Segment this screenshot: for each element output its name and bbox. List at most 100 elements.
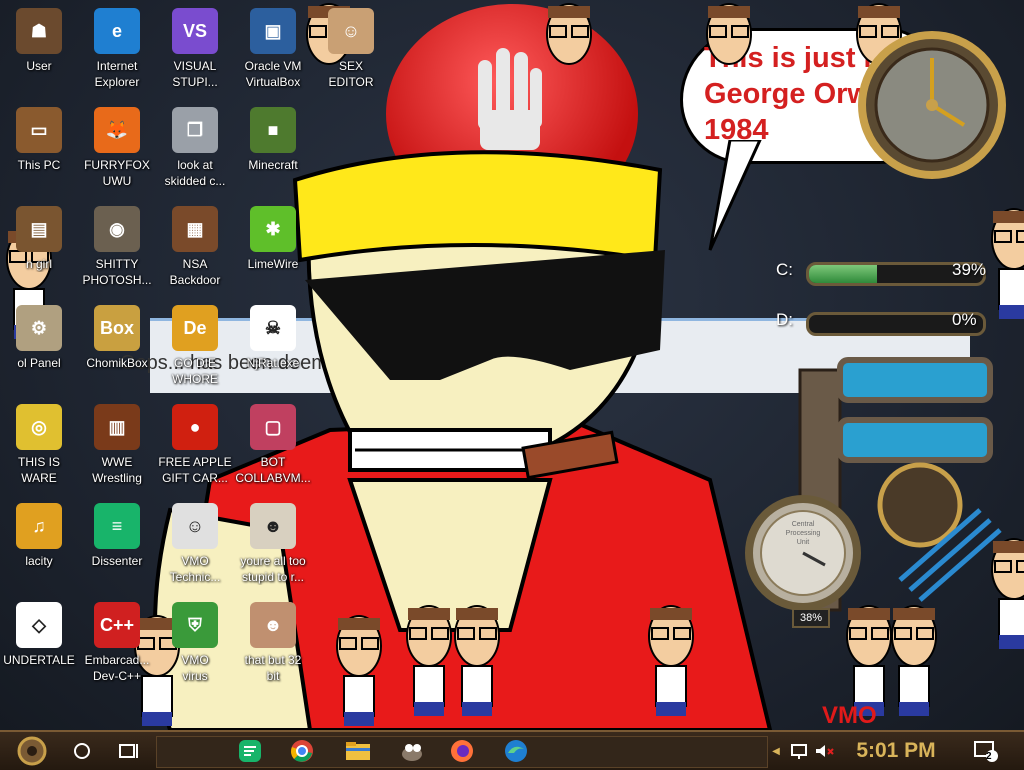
desktop-icon-label: n girl <box>25 257 52 271</box>
show-hidden-icons[interactable]: ◀ <box>768 736 784 766</box>
desktop-icon-label: FURRYFOX UWU <box>84 158 150 188</box>
desktop-icon-label: BOT COLLABVM... <box>235 455 311 485</box>
desktop-icon[interactable]: ❐ look at skidded c... <box>156 103 234 193</box>
desktop-icon[interactable]: ● FREE APPLE GIFT CAR... <box>156 400 234 490</box>
desktop-icon[interactable]: ⛨ VMO virus <box>156 598 234 688</box>
taskbar-chrome[interactable] <box>284 736 320 766</box>
box-icon: ▦ <box>172 206 218 252</box>
clock[interactable]: 5:01 PM <box>846 736 946 766</box>
edge-icon: e <box>94 8 140 54</box>
task-view-icon <box>119 744 138 758</box>
desktop[interactable]: Oops... has been deemed inap This is jus… <box>0 0 1024 730</box>
dissenter-icon <box>239 740 261 762</box>
desktop-icon[interactable]: ☻ youre all too stupid to r... <box>234 499 312 589</box>
desktop-icon[interactable]: C++ Embarcad... Dev-C++ <box>78 598 156 688</box>
desktop-icon-label: SEX EDITOR <box>328 59 374 89</box>
hank-character <box>546 3 592 65</box>
desktop-icon[interactable]: ▢ BOT COLLABVM... <box>234 400 312 490</box>
desktop-icon[interactable]: ✱ LimeWire <box>234 202 312 292</box>
hank-icon: ☺ <box>328 8 374 54</box>
desktop-icon[interactable]: ☠ NjRat.exe <box>234 301 312 391</box>
drive-c-gauge: C: 39% <box>740 256 1010 290</box>
virtualbox-icon: ▣ <box>250 8 296 54</box>
desktop-icon-label: Dissenter <box>91 554 143 568</box>
action-center-button[interactable]: 2 <box>966 736 1006 766</box>
desktop-icon-label: Minecraft <box>248 158 298 172</box>
hamster-icon: Box <box>94 305 140 351</box>
hank-character <box>454 605 500 716</box>
taskbar-firefox[interactable] <box>444 736 480 766</box>
drive-percent: 39% <box>952 260 987 279</box>
dissenter-icon: ≡ <box>94 503 140 549</box>
desktop-icon[interactable]: ☗ User <box>0 4 78 94</box>
drive-percent: 0% <box>952 310 977 329</box>
drive-label: D: <box>776 310 793 329</box>
desktop-icon-label: VMO Technic... <box>169 554 221 584</box>
desktop-icon[interactable]: ▥ WWE Wrestling <box>78 400 156 490</box>
taskbar-edge[interactable] <box>498 736 534 766</box>
audacity-icon: ♫ <box>16 503 62 549</box>
search-button[interactable] <box>66 736 98 766</box>
desktop-icon-label: Oracle VM VirtualBox <box>244 59 302 89</box>
desktop-icon[interactable]: ◇ UNDERTALE <box>0 598 78 688</box>
desktop-icon[interactable]: ≡ Dissenter <box>78 499 156 589</box>
hank-character <box>336 615 382 726</box>
desktop-icon[interactable]: ■ Minecraft <box>234 103 312 193</box>
desktop-icon-label: VMO virus <box>181 653 209 683</box>
limewire-icon: ✱ <box>250 206 296 252</box>
gimp-icon: ◉ <box>94 206 140 252</box>
notification-count: 2 <box>986 751 992 762</box>
cpu-gauge-label: Central Processing Unit <box>785 521 821 546</box>
chrome-icon <box>291 740 313 762</box>
desktop-icon[interactable]: ♫ lacity <box>0 499 78 589</box>
desktop-icon-label: User <box>26 59 52 73</box>
visual-studio-icon: VS <box>172 8 218 54</box>
gimp-icon <box>402 744 422 761</box>
desktop-icon[interactable]: VS VISUAL STUPI... <box>156 4 234 94</box>
desktop-icon-label: This PC <box>17 158 61 172</box>
desktop-icon[interactable]: ▦ NSA Backdoor <box>156 202 234 292</box>
desktop-icon-label: LimeWire <box>247 257 299 271</box>
taskbar-dissenter[interactable] <box>232 736 268 766</box>
desktop-icon[interactable]: Box ChomikBox <box>78 301 156 391</box>
desktop-icon[interactable]: ▤ n girl <box>0 202 78 292</box>
volume-muted-icon <box>816 745 834 757</box>
folder-stack-icon: ❐ <box>172 107 218 153</box>
desktop-icon[interactable]: ◉ SHITTY PHOTOSH... <box>78 202 156 292</box>
desktop-icon-label: ol Panel <box>17 356 61 370</box>
desktop-icon[interactable]: ◎ THIS IS WARE <box>0 400 78 490</box>
desktop-icon-label: look at skidded c... <box>164 158 226 188</box>
desktop-icon[interactable]: ▭ This PC <box>0 103 78 193</box>
taskbar-gimp[interactable] <box>394 736 430 766</box>
doctor-icon: ☺ <box>172 503 218 549</box>
folder-icon <box>346 742 370 760</box>
desktop-icon-label: WWE Wrestling <box>92 455 142 485</box>
desktop-icon[interactable]: ☻ that but 32 bit <box>234 598 312 688</box>
de-icon: De <box>172 305 218 351</box>
desktop-icon[interactable]: De GO DIE WHORE <box>156 301 234 391</box>
devcpp-icon: C++ <box>94 602 140 648</box>
desktop-icon[interactable]: ▣ Oracle VM VirtualBox <box>234 4 312 94</box>
desktop-icon-label: NjRat.exe <box>246 356 300 370</box>
control-panel-icon: ⚙ <box>16 305 62 351</box>
desktop-icon-label: ChomikBox <box>86 356 148 370</box>
desktop-icon-label: GO DIE WHORE <box>172 356 218 386</box>
clock-gadget <box>858 31 1006 179</box>
unity-icon: ◇ <box>16 602 62 648</box>
volume-tray-icon[interactable] <box>812 736 836 766</box>
desktop-icon-label: VISUAL STUPI... <box>172 59 218 89</box>
desktop-icon-label: Embarcad... Dev-C++ <box>84 653 150 683</box>
desktop-icon[interactable]: ☺ SEX EDITOR <box>312 4 390 94</box>
search-circle-icon <box>74 743 90 759</box>
desktop-icon[interactable]: e Internet Explorer <box>78 4 156 94</box>
desktop-icon[interactable]: 🦊 FURRYFOX UWU <box>78 103 156 193</box>
desktop-icon[interactable]: ☺ VMO Technic... <box>156 499 234 589</box>
network-tray-icon[interactable] <box>788 736 812 766</box>
book-icon: ▤ <box>16 206 62 252</box>
hank-character <box>648 605 694 716</box>
desktop-icon-label: youre all too stupid to r... <box>240 554 306 584</box>
start-button[interactable] <box>8 736 56 766</box>
taskbar-file-explorer[interactable] <box>340 736 376 766</box>
desktop-icon[interactable]: ⚙ ol Panel <box>0 301 78 391</box>
task-view-button[interactable] <box>112 736 144 766</box>
